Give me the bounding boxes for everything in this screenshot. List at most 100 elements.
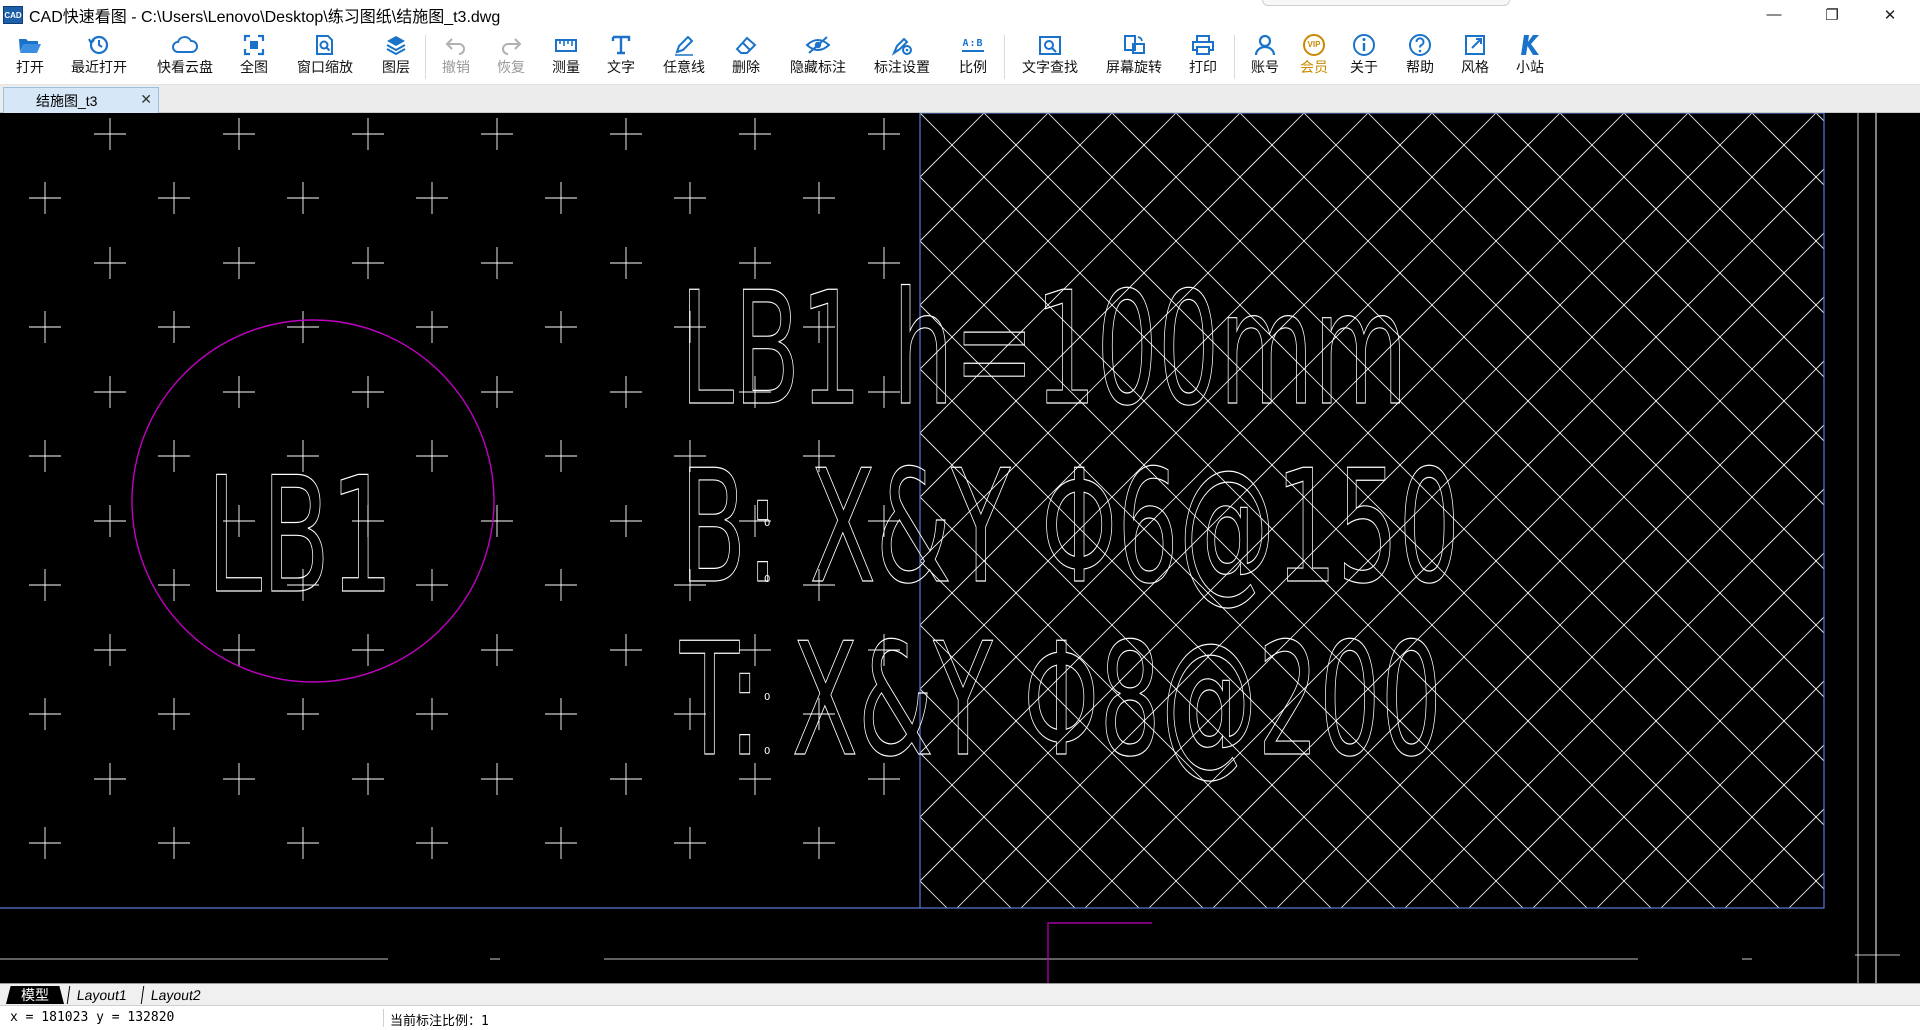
hatch-line [1687,113,1824,250]
grid-cross [29,827,61,859]
grid-cross [674,827,706,859]
tab-layout1[interactable]: Layout1 [66,986,142,1004]
text-button[interactable]: 文字 [603,32,639,82]
grid-cross [481,247,513,279]
rotate-screen-label: 屏幕旋转 [1106,59,1162,75]
main-toolbar: 打开 最近打开 快看云盘 全图 窗口缩放 图层 撤销 恢复 测量 文字 任意线 … [0,29,1920,85]
grid-cross [868,118,900,150]
style-button[interactable]: 风格 [1457,32,1493,82]
restore-button[interactable]: ❐ [1803,0,1861,29]
title-bar: CAD CAD快速看图 - C:\Users\Lenovo\Desktop\练习… [0,0,1920,29]
grid-cross [416,827,448,859]
slab-tag-label: LB1 [207,443,393,629]
hatch-line [1724,808,1824,908]
drawing-canvas[interactable]: LB1 LB1 h=100mm B: X&Y Φ6@150 T: X&Y Φ8@… [0,113,1920,983]
cloud-button[interactable]: 快看云盘 [150,32,220,82]
text-t-icon [610,32,632,58]
find-text-button[interactable]: 文字查找 [1016,32,1084,82]
layers-label: 图层 [382,59,410,75]
window-zoom-label: 窗口缩放 [297,59,353,75]
recent-button[interactable]: 最近打开 [64,32,134,82]
grid-cross [739,118,771,150]
cad-drawing: LB1 LB1 h=100mm B: X&Y Φ6@150 T: X&Y Φ8@… [0,113,1920,983]
hatch-line [0,113,152,908]
grid-cross [287,311,319,343]
grid-cross [158,311,190,343]
grid-cross [416,698,448,730]
grid-cross [158,827,190,859]
grid-cross [94,505,126,537]
hatch-line [1559,113,1824,378]
ratio-ab-icon: A:B [962,32,984,58]
hatch-line [1880,113,1920,908]
about-button[interactable]: 关于 [1346,32,1382,82]
text-label: 文字 [607,59,635,75]
grid-cross [158,440,190,472]
minimize-button[interactable]: — [1745,0,1803,29]
grid-cross [352,634,384,666]
vip-button[interactable]: VIP 会员 [1296,32,1332,82]
small-mark: 0 [764,692,770,703]
account-button[interactable]: 账号 [1247,32,1283,82]
hatch-line [1853,113,1920,908]
hatch-line [0,113,24,908]
rotate-screen-button[interactable]: 屏幕旋转 [1100,32,1168,82]
user-icon [1254,32,1276,58]
delete-button[interactable]: 删除 [728,32,764,82]
grid-cross [158,698,190,730]
grid-cross [29,569,61,601]
grid-cross [352,118,384,150]
grid-cross [287,827,319,859]
fit-all-label: 全图 [240,59,268,75]
hatch-line [1495,113,1824,442]
hatch-line [1532,616,1824,908]
close-window-button[interactable]: ✕ [1861,0,1919,29]
help-button[interactable]: 帮助 [1402,32,1438,82]
hide-markup-button[interactable]: 隐藏标注 [784,32,852,82]
layers-button[interactable]: 图层 [378,32,414,82]
window-zoom-button[interactable]: 窗口缩放 [290,32,360,82]
grid-cross [352,247,384,279]
hatch-line [0,113,115,908]
fit-all-button[interactable]: 全图 [236,32,272,82]
tab-close-icon[interactable]: ✕ [140,91,152,108]
hatch-line [1596,680,1824,908]
grid-cross [94,763,126,795]
measure-button[interactable]: 测量 [548,32,584,82]
toolbar-separator [1004,35,1005,79]
bottom-rebar-text: B: X&Y Φ6@150 [680,437,1460,618]
grid-cross [610,247,642,279]
hatch-line [1468,552,1824,908]
grid-cross [481,763,513,795]
grid-cross [352,376,384,408]
hatch-line [0,113,792,908]
open-button[interactable]: 打开 [10,32,50,82]
grid-cross [352,763,384,795]
document-tab[interactable]: 结施图_t3 ✕ [3,87,159,113]
top-search-handle[interactable] [1262,0,1510,6]
grid-cross [416,569,448,601]
redo-button[interactable]: 恢复 [493,32,529,82]
cursor-coordinates: x = 181023 y = 132820 [10,1010,175,1025]
freehand-button[interactable]: 任意线 [658,32,710,82]
ratio-button[interactable]: A:B 比例 [955,32,991,82]
vip-badge-icon: VIP [1303,32,1325,58]
markup-settings-label: 标注设置 [874,59,930,75]
grid-cross [610,505,642,537]
print-button[interactable]: 打印 [1185,32,1221,82]
markup-settings-button[interactable]: 标注设置 [868,32,936,82]
grid-cross [416,182,448,214]
window-zoom-icon [314,32,336,58]
grid-cross [158,182,190,214]
small-mark: 0 [764,518,770,529]
eraser-icon [734,32,758,58]
mini-site-button[interactable]: 小站 [1512,32,1548,82]
grid-cross [29,698,61,730]
folder-open-icon [18,32,42,58]
undo-button[interactable]: 撤销 [438,32,474,82]
tab-layout2[interactable]: Layout2 [140,986,216,1004]
tab-model[interactable]: 模型 [6,986,64,1004]
find-text-icon [1038,32,1062,58]
grid-cross [287,182,319,214]
hatch-line [0,113,88,908]
